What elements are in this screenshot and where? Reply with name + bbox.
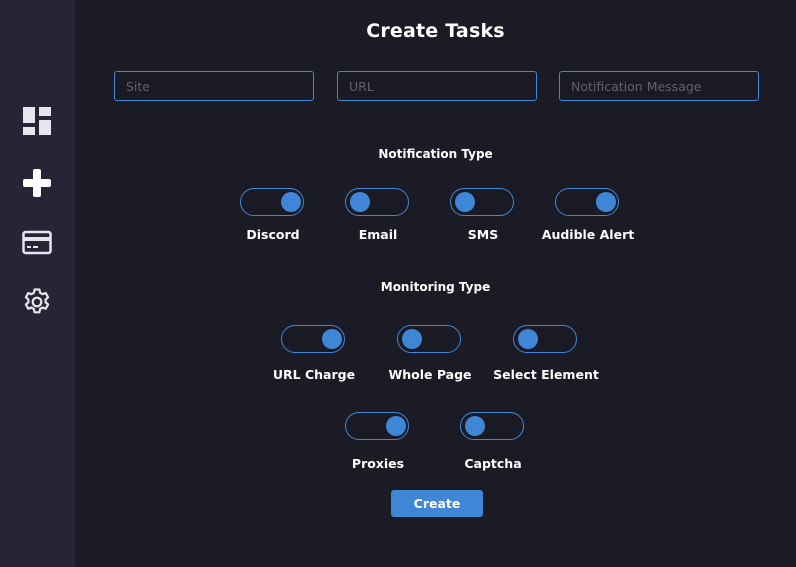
main-panel: Create Tasks Notification Type Discord E… <box>75 0 796 567</box>
proxies-label: Proxies <box>351 456 405 471</box>
page-title: Create Tasks <box>366 20 505 42</box>
email-label: Email <box>358 227 398 242</box>
site-input[interactable] <box>114 71 314 101</box>
toggle-knob <box>455 192 475 212</box>
toggle-knob <box>350 192 370 212</box>
audible-alert-toggle[interactable] <box>555 188 619 216</box>
audible-alert-label: Audible Alert <box>541 227 635 242</box>
toggle-knob <box>402 329 422 349</box>
whole-page-label: Whole Page <box>388 367 472 382</box>
credit-card-icon[interactable] <box>22 228 52 258</box>
create-button[interactable]: Create <box>391 490 483 517</box>
plus-icon[interactable] <box>22 168 52 198</box>
sidebar <box>0 0 75 567</box>
url-charge-label: URL Charge <box>272 367 356 382</box>
select-element-label: Select Element <box>493 367 599 382</box>
sms-label: SMS <box>467 227 499 242</box>
notification-type-heading: Notification Type <box>378 147 493 161</box>
toggle-knob <box>465 416 485 436</box>
email-toggle[interactable] <box>345 188 409 216</box>
captcha-label: Captcha <box>464 456 522 471</box>
toggle-knob <box>322 329 342 349</box>
gear-icon[interactable] <box>22 287 52 317</box>
discord-label: Discord <box>246 227 300 242</box>
sms-toggle[interactable] <box>450 188 514 216</box>
captcha-toggle[interactable] <box>460 412 524 440</box>
toggle-knob <box>281 192 301 212</box>
monitoring-type-heading: Monitoring Type <box>380 280 491 294</box>
toggle-knob <box>518 329 538 349</box>
toggle-knob <box>386 416 406 436</box>
proxies-toggle[interactable] <box>345 412 409 440</box>
whole-page-toggle[interactable] <box>397 325 461 353</box>
dashboard-icon[interactable] <box>22 106 52 136</box>
select-element-toggle[interactable] <box>513 325 577 353</box>
url-input[interactable] <box>337 71 537 101</box>
discord-toggle[interactable] <box>240 188 304 216</box>
url-charge-toggle[interactable] <box>281 325 345 353</box>
toggle-knob <box>596 192 616 212</box>
notification-message-input[interactable] <box>559 71 759 101</box>
